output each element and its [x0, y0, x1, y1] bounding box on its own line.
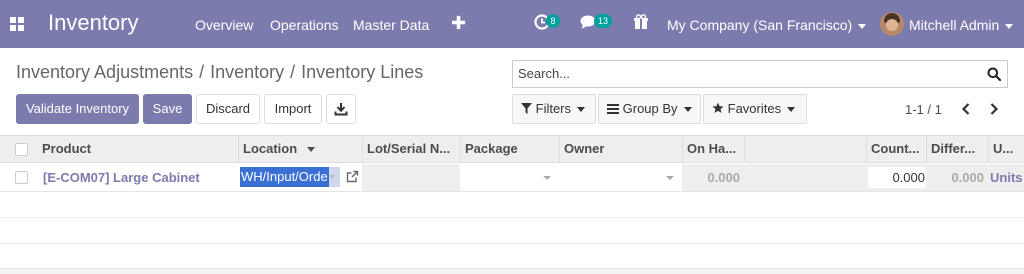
column-location[interactable]: Location [238, 136, 362, 163]
download-icon [334, 103, 348, 116]
search-input[interactable] [518, 66, 978, 81]
column-on-hand[interactable]: On Ha... [682, 136, 744, 163]
breadcrumb-inventory[interactable]: Inventory [210, 62, 284, 82]
package-field[interactable] [460, 164, 559, 191]
search-icon[interactable] [987, 67, 1001, 81]
external-link-icon[interactable] [346, 170, 359, 183]
group-by-button[interactable]: Group By [598, 94, 701, 124]
column-owner[interactable]: Owner [559, 136, 682, 163]
chevron-down-icon [858, 23, 867, 29]
chevron-down-icon [683, 107, 692, 113]
breadcrumb: Inventory Adjustments / Inventory / Inventor… [16, 62, 424, 82]
menu-overview[interactable]: Overview [195, 17, 253, 33]
column-counted[interactable]: Count... [866, 136, 926, 163]
chevron-down-icon[interactable] [329, 175, 335, 179]
column-uom-label: U... [993, 141, 1014, 156]
chevron-down-icon [543, 176, 551, 180]
counted-quantity-input[interactable] [868, 167, 928, 188]
chevron-right-icon[interactable] [986, 100, 1002, 118]
menu-operations[interactable]: Operations [270, 17, 338, 33]
location-field[interactable]: WH/Input/Orde [240, 167, 340, 187]
activity-count-badge: 8 [546, 14, 560, 28]
gift-button[interactable] [633, 14, 649, 33]
difference-cell: 0.000 [926, 164, 988, 191]
product-cell[interactable]: [E-COM07] Large Cabinet [42, 164, 237, 191]
validate-inventory-button[interactable]: Validate Inventory [16, 94, 139, 124]
chevron-down-icon [1005, 23, 1014, 29]
export-button[interactable] [326, 94, 356, 124]
table-row[interactable]: [E-COM07] Large Cabinet WH/Input/Orde 0.… [0, 164, 1024, 192]
plus-icon[interactable]: ✚ [451, 13, 466, 34]
empty-row [0, 218, 1024, 244]
list-header: Product Location Lot/Serial N... Package… [0, 135, 1024, 163]
app-title[interactable]: Inventory [48, 10, 139, 36]
uom-cell[interactable]: Units [988, 164, 1024, 191]
column-location-label: Location [243, 141, 298, 156]
chevron-down-icon [787, 107, 796, 113]
menu-master-data[interactable]: Master Data [353, 17, 429, 33]
column-product[interactable]: Product [38, 136, 238, 163]
star-icon [712, 102, 724, 113]
column-package[interactable]: Package [460, 136, 559, 163]
column-uom[interactable]: U... [988, 136, 1024, 163]
breadcrumb-inventory-lines: Inventory Lines [301, 62, 424, 82]
apps-icon[interactable] [10, 17, 24, 31]
lot-serial-cell [362, 164, 460, 191]
sort-desc-icon [306, 147, 315, 153]
select-all-checkbox[interactable] [15, 143, 28, 156]
gift-icon [634, 14, 648, 29]
column-blank [744, 136, 866, 163]
row-checkbox[interactable] [15, 171, 28, 184]
filter-icon [521, 103, 532, 114]
empty-row [0, 244, 1024, 270]
chevron-down-icon [577, 107, 586, 113]
filters-button[interactable]: Filters [512, 94, 596, 124]
group-by-label: Group By [622, 101, 678, 116]
empty-row [0, 192, 1024, 218]
user-menu[interactable]: Mitchell Admin [909, 17, 1014, 33]
company-name: My Company (San Francisco) [667, 17, 853, 33]
group-by-icon [607, 104, 619, 114]
avatar[interactable] [880, 12, 904, 36]
breadcrumb-inventory-adjustments[interactable]: Inventory Adjustments [16, 62, 193, 82]
chevron-left-icon[interactable] [958, 100, 974, 118]
import-button[interactable]: Import [264, 94, 322, 124]
column-lot-serial[interactable]: Lot/Serial N... [362, 136, 460, 163]
user-name: Mitchell Admin [909, 17, 1000, 33]
company-switcher[interactable]: My Company (San Francisco) [667, 17, 867, 33]
on-hand-cell: 0.000 [682, 164, 744, 191]
search-box[interactable] [512, 60, 1008, 88]
owner-field[interactable] [559, 164, 682, 191]
filters-label: Filters [535, 101, 572, 116]
pager-value[interactable]: 1-1 / 1 [905, 102, 942, 117]
favorites-label: Favorites [727, 101, 782, 116]
message-count-badge: 13 [594, 14, 613, 28]
chevron-down-icon [666, 176, 674, 180]
list-footer [0, 268, 1024, 274]
column-difference[interactable]: Differ... [926, 136, 988, 163]
discard-button[interactable]: Discard [196, 94, 260, 124]
location-input[interactable]: WH/Input/Orde [240, 167, 329, 187]
top-navbar: Inventory Overview Operations Master Dat… [0, 0, 1024, 48]
save-button[interactable]: Save [143, 94, 192, 124]
favorites-button[interactable]: Favorites [703, 94, 807, 124]
blank-cell [744, 164, 866, 191]
